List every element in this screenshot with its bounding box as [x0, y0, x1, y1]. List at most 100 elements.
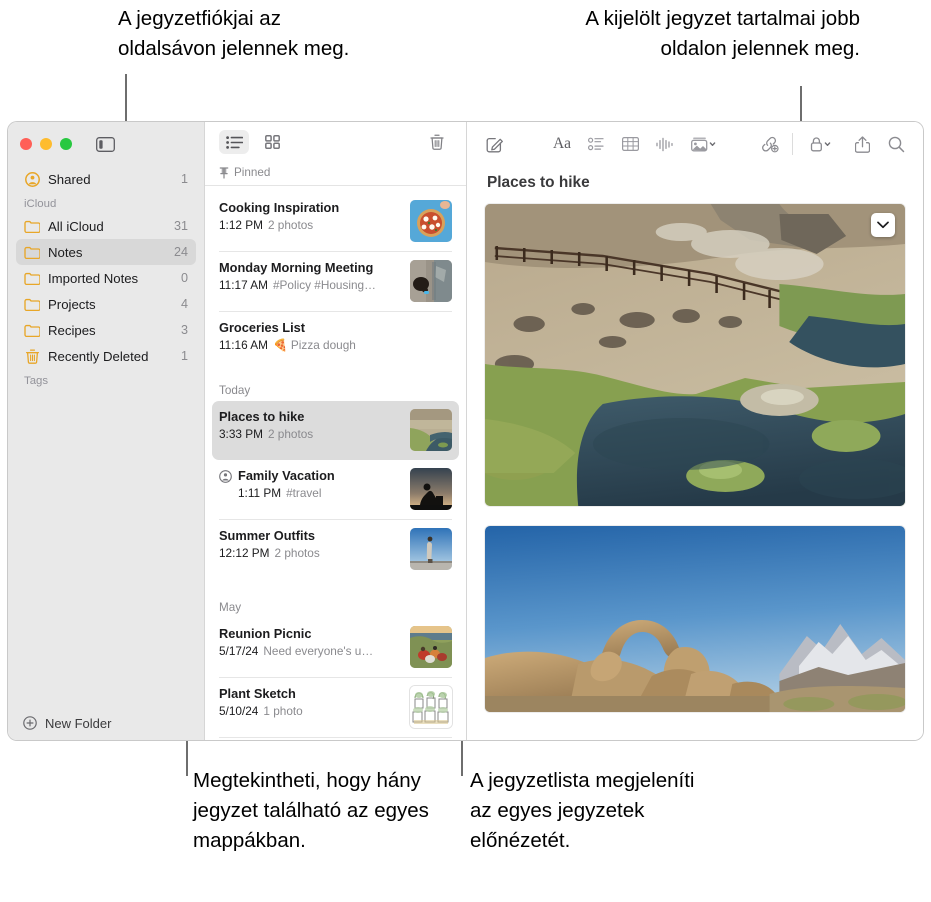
- toolbar-divider: [792, 133, 793, 155]
- list-item[interactable]: Monday Morning Meeting 11:17 AM #Policy #…: [212, 252, 459, 311]
- folder-icon: [24, 270, 40, 286]
- pin-icon: [219, 166, 229, 179]
- audio-waveform-icon[interactable]: [647, 130, 681, 158]
- sidebar-item-count: 3: [180, 323, 188, 337]
- sidebar-toggle-icon[interactable]: [96, 136, 115, 152]
- new-folder-button[interactable]: New Folder: [8, 706, 204, 740]
- shared-person-icon: [24, 171, 40, 187]
- note-time: 1:12 PM: [219, 218, 263, 233]
- zoom-button[interactable]: [60, 138, 72, 150]
- compose-icon[interactable]: [477, 130, 511, 158]
- note-image-mobius-arch[interactable]: [485, 526, 905, 712]
- sidebar-item-recently-deleted[interactable]: Recently Deleted 1: [16, 343, 196, 369]
- lock-icon[interactable]: [799, 130, 845, 158]
- traffic-lights: [20, 138, 72, 150]
- sidebar-item-label: Projects: [48, 296, 96, 312]
- new-folder-label: New Folder: [45, 715, 112, 731]
- note-thumbnail: [410, 528, 452, 571]
- list-item[interactable]: Snowscape Photography: [212, 738, 459, 740]
- note-subtitle: 5/10/24 1 photo: [219, 704, 404, 719]
- section-header-today: Today: [205, 380, 466, 401]
- section-label: Pinned: [234, 166, 271, 180]
- note-subtitle: 1:11 PM #travel: [238, 486, 404, 501]
- note-title: Summer Outfits: [219, 528, 315, 544]
- note-thumbnail: [410, 260, 452, 303]
- note-preview: 2 photos: [274, 546, 320, 561]
- media-icon[interactable]: [681, 130, 727, 158]
- section-header-pinned: Pinned: [205, 162, 466, 187]
- sidebar: Shared 1 iCloud All iCloud 31 Notes 24 I…: [8, 122, 204, 740]
- note-subtitle: 11:17 AM #Policy #Housing…: [219, 278, 404, 293]
- note-preview: 2 photos: [267, 218, 314, 233]
- note-thumbnail: [410, 686, 452, 729]
- sidebar-item-label: Recipes: [48, 322, 96, 338]
- note-title: Places to hike: [219, 409, 305, 425]
- checklist-icon[interactable]: [579, 130, 613, 158]
- sidebar-item-label: Notes: [48, 244, 83, 260]
- note-time: 1:11 PM: [238, 486, 282, 501]
- note-time: 11:17 AM: [219, 278, 268, 293]
- sidebar-titlebar: [8, 122, 204, 166]
- note-content-area[interactable]: Places to hike: [467, 166, 923, 740]
- notes-list-toolbar: [205, 122, 466, 162]
- note-title: Plant Sketch: [219, 686, 296, 702]
- note-title: Monday Morning Meeting: [219, 260, 374, 276]
- link-add-icon[interactable]: [752, 130, 786, 158]
- notes-app-window: Shared 1 iCloud All iCloud 31 Notes 24 I…: [8, 122, 923, 740]
- note-image-hot-creek[interactable]: [485, 204, 905, 506]
- grid-view-icon[interactable]: [257, 130, 287, 154]
- list-item[interactable]: Summer Outfits 12:12 PM 2 photos: [212, 520, 459, 579]
- note-subtitle: 11:16 AM 🍕 Pizza dough: [219, 338, 452, 353]
- list-item[interactable]: Groceries List 11:16 AM 🍕 Pizza dough: [212, 312, 459, 362]
- note-time: 3:33 PM: [219, 427, 263, 442]
- sidebar-item-all-icloud[interactable]: All iCloud 31: [16, 213, 196, 239]
- search-icon[interactable]: [879, 130, 913, 158]
- table-icon[interactable]: [613, 130, 647, 158]
- note-preview: #travel: [286, 486, 322, 501]
- note-subtitle: 1:12 PM 2 photos: [219, 218, 404, 233]
- note-time: 12:12 PM: [219, 546, 270, 561]
- note-detail-pane: Aa Places to hike: [467, 122, 923, 740]
- list-item[interactable]: Places to hike 3:33 PM 2 photos: [212, 401, 459, 461]
- page-title: Places to hike: [487, 174, 590, 191]
- note-subtitle: 12:12 PM 2 photos: [219, 546, 404, 561]
- note-time: 5/10/24: [219, 704, 259, 719]
- share-icon[interactable]: [845, 130, 879, 158]
- note-preview: 1 photo: [263, 704, 303, 719]
- trash-icon: [24, 348, 40, 364]
- sidebar-header-icloud: iCloud: [24, 198, 57, 210]
- sidebar-item-imported-notes[interactable]: Imported Notes 0: [16, 265, 196, 291]
- minimize-button[interactable]: [40, 138, 52, 150]
- list-item[interactable]: Reunion Picnic 5/17/24 Need everyone's u…: [212, 618, 459, 677]
- sidebar-item-label: Shared: [48, 171, 91, 187]
- note-preview: 2 photos: [267, 427, 314, 442]
- callout-sidebar-accounts: A jegyzetfiókjai az oldalsávon jelennek …: [118, 7, 350, 60]
- note-title: Cooking Inspiration: [219, 200, 340, 216]
- sidebar-item-label: Recently Deleted: [48, 348, 149, 364]
- list-item[interactable]: Cooking Inspiration 1:12 PM 2 photos: [212, 192, 459, 251]
- section-header-may: May: [205, 597, 466, 618]
- notes-scroll-area[interactable]: Pinned Cooking Inspiration 1:12 PM 2 phot…: [205, 162, 466, 740]
- note-title: Reunion Picnic: [219, 626, 312, 642]
- folder-icon: [24, 244, 40, 260]
- sidebar-item-count: 0: [180, 271, 188, 285]
- sidebar-item-recipes[interactable]: Recipes 3: [16, 317, 196, 343]
- sidebar-item-shared[interactable]: Shared 1: [16, 166, 196, 192]
- note-thumbnail: [410, 200, 452, 243]
- sidebar-item-count: 1: [180, 172, 188, 186]
- format-aa-icon[interactable]: Aa: [545, 130, 579, 158]
- close-button[interactable]: [20, 138, 32, 150]
- list-item[interactable]: Plant Sketch 5/10/24 1 photo: [212, 678, 459, 737]
- folder-icon: [24, 322, 40, 338]
- note-thumbnail: [410, 626, 452, 669]
- delete-note-button[interactable]: [422, 130, 452, 154]
- notes-list-pane: Pinned Cooking Inspiration 1:12 PM 2 phot…: [204, 122, 467, 740]
- sidebar-item-notes[interactable]: Notes 24: [16, 239, 196, 265]
- plus-circle-icon: [22, 715, 38, 731]
- sidebar-item-count: 4: [180, 297, 188, 311]
- list-view-icon[interactable]: [219, 130, 249, 155]
- detail-toolbar: Aa: [467, 122, 923, 166]
- list-item[interactable]: Family Vacation 1:11 PM #travel: [212, 460, 459, 519]
- chevron-down-icon[interactable]: [871, 213, 895, 237]
- sidebar-item-projects[interactable]: Projects 4: [16, 291, 196, 317]
